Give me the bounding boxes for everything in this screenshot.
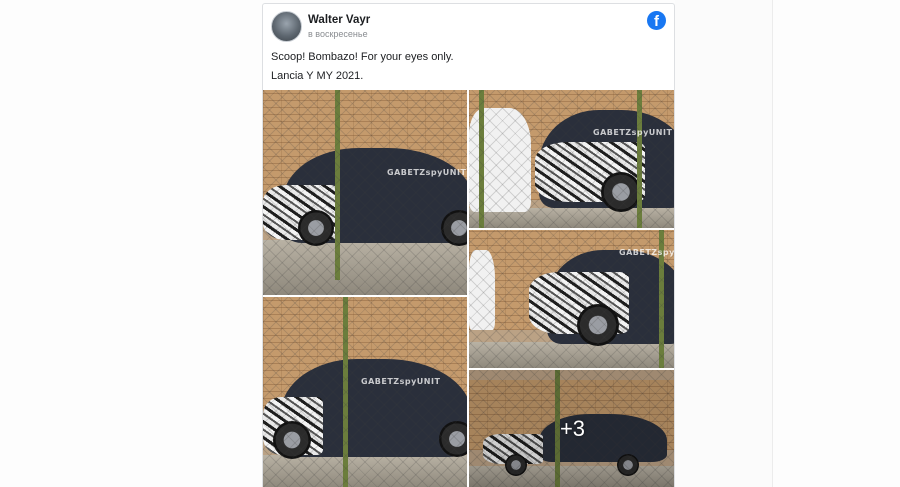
- gallery-photo-1[interactable]: GABETZspyUNIT: [263, 90, 467, 295]
- watermark: GABETZspyUNIT: [619, 248, 675, 257]
- watermark: GABETZspyUNIT: [361, 377, 441, 386]
- post-header: Walter Vayr в воскресенье f: [263, 4, 674, 44]
- watermark: GABETZspyUNIT: [387, 168, 467, 177]
- post-text-line-1: Scoop! Bombazo! For your eyes only.: [271, 51, 454, 63]
- facebook-icon[interactable]: f: [647, 11, 666, 30]
- more-photos-overlay[interactable]: +3: [469, 370, 674, 487]
- photo-gallery: GABETZspyUNIT GABETZspyUNIT GABETZspyUNI…: [263, 90, 675, 487]
- more-photos-count: +3: [559, 416, 586, 441]
- post-text-line-2: Lancia Y MY 2021.: [271, 70, 364, 82]
- right-divider: [772, 0, 773, 487]
- watermark: GABETZspyUNIT: [593, 128, 673, 137]
- avatar[interactable]: [271, 11, 302, 42]
- right-gutter: [675, 0, 773, 487]
- gallery-photo-3[interactable]: GABETZspyUNIT: [263, 297, 467, 487]
- post-date[interactable]: в воскресенье: [308, 29, 368, 39]
- facebook-post: Walter Vayr в воскресенье f Scoop! Bomba…: [262, 3, 675, 487]
- gallery-photo-4[interactable]: GABETZspyUNIT: [469, 230, 675, 368]
- author-name[interactable]: Walter Vayr: [308, 14, 370, 26]
- gallery-photo-5[interactable]: +3: [469, 370, 674, 487]
- gallery-photo-2[interactable]: GABETZspyUNIT: [469, 90, 674, 228]
